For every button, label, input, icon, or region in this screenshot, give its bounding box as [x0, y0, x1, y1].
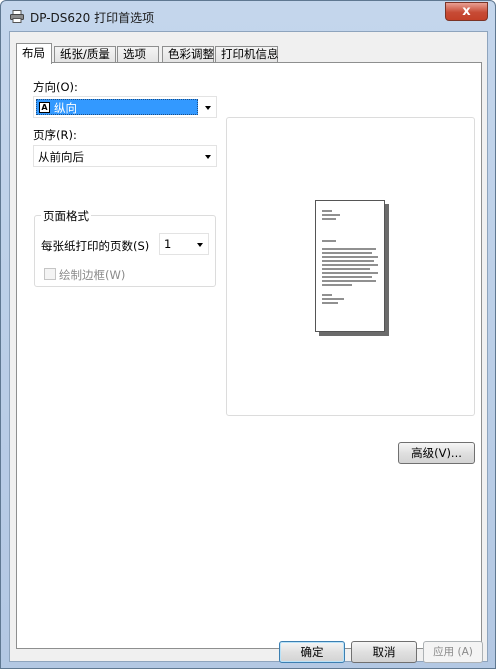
tab-printer-info[interactable]: 打印机信息 — [215, 46, 279, 63]
page-order-select[interactable]: 从前向后 — [33, 145, 217, 167]
apply-button[interactable]: 应用 (A) — [423, 641, 483, 663]
pages-per-sheet-value: 1 — [164, 237, 172, 251]
tab-layout[interactable]: 布局 — [16, 43, 52, 64]
orientation-value: 纵向 — [54, 101, 77, 115]
preview-text-line — [322, 210, 332, 212]
preview-text-line — [322, 264, 378, 266]
portrait-page-icon: A — [39, 102, 50, 113]
preview-text-line — [322, 294, 332, 296]
preview-text-line — [322, 268, 370, 270]
preview-text-line — [322, 272, 378, 274]
orientation-label: 方向(O): — [33, 80, 78, 94]
page-order-value: 从前向后 — [38, 150, 84, 164]
dialog-body: 布局 纸张/质量 选项 色彩调整 打印机信息 方向(O): A 纵向 页序(R)… — [9, 31, 488, 663]
chevron-down-icon — [205, 106, 211, 110]
preview-text-line — [322, 252, 372, 254]
preview-text-line — [322, 284, 352, 286]
preview-text-line — [322, 298, 344, 300]
pages-per-sheet-label: 每张纸打印的页数(S) — [41, 239, 150, 253]
page-preview — [226, 117, 475, 416]
draw-borders-label: 绘制边框(W) — [59, 268, 126, 282]
tab-options[interactable]: 选项 — [117, 46, 159, 63]
preview-text-line — [322, 256, 378, 258]
printer-icon — [10, 10, 24, 23]
page-order-label: 页序(R): — [33, 128, 77, 142]
cancel-button[interactable]: 取消 — [351, 641, 417, 663]
tab-color-adjust[interactable]: 色彩调整 — [162, 46, 214, 63]
layout-tab-panel: 方向(O): A 纵向 页序(R): 从前向后 页面格式 每张纸打印的页数(S)… — [16, 62, 482, 649]
preview-page — [315, 200, 385, 332]
window-title: DP-DS620 打印首选项 — [30, 11, 155, 25]
preview-text-line — [322, 280, 376, 282]
preview-text-line — [322, 260, 374, 262]
page-format-title: 页面格式 — [41, 208, 91, 224]
preview-text-line — [322, 240, 336, 242]
dialog-window: DP-DS620 打印首选项 x 布局 纸张/质量 选项 色彩调整 打印机信息 … — [0, 0, 496, 669]
tab-paper-quality[interactable]: 纸张/质量 — [54, 46, 116, 63]
preview-text-line — [322, 276, 372, 278]
close-button[interactable]: x — [445, 2, 488, 21]
ok-button[interactable]: 确定 — [279, 641, 345, 663]
preview-text-line — [322, 218, 336, 220]
chevron-down-icon — [197, 243, 203, 247]
preview-text-line — [322, 248, 376, 250]
preview-text-line — [322, 302, 338, 304]
title-bar[interactable]: DP-DS620 打印首选项 x — [1, 1, 495, 31]
orientation-select[interactable]: A 纵向 — [33, 96, 217, 118]
preview-text-line — [322, 214, 340, 216]
advanced-button[interactable]: 高级(V)... — [398, 442, 475, 464]
pages-per-sheet-select[interactable]: 1 — [159, 233, 209, 255]
draw-borders-checkbox[interactable] — [44, 268, 56, 280]
chevron-down-icon — [205, 155, 211, 159]
